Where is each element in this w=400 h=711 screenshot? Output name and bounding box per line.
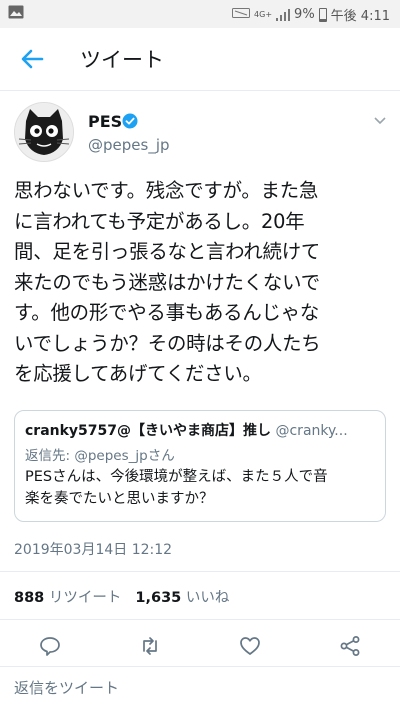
quoted-author: cranky5757@【きいやま商店】推し @cranky... — [25, 420, 377, 440]
quoted-reply-context: 返信先: @pepes_jpさん — [25, 444, 175, 464]
author-handle[interactable]: @pepes_jp — [88, 136, 170, 154]
page-title: ツイート — [80, 48, 164, 72]
network-label: 4G+ — [254, 10, 273, 19]
mute-icon — [232, 7, 251, 22]
retweet-icon[interactable] — [138, 634, 162, 658]
quoted-author-name: cranky5757@【きいやま商店】推し — [25, 423, 272, 439]
tweet-stats: 888 リツイート 1,635 いいね — [14, 586, 229, 607]
share-icon[interactable] — [338, 634, 362, 658]
retweet-stat[interactable]: 888 リツイート — [14, 590, 121, 606]
like-heart-icon[interactable] — [238, 634, 262, 658]
like-label: いいね — [185, 590, 230, 606]
reply-prefix: 返信先: — [25, 448, 71, 464]
like-stat[interactable]: 1,635 いいね — [135, 590, 229, 606]
divider — [0, 619, 400, 620]
chevron-down-icon[interactable] — [372, 112, 388, 125]
reply-handle-link[interactable]: @pepes_jpさん — [74, 448, 174, 464]
quoted-text: PESさんは、今後環境が整えば、また５人で音 楽を奏でたいと思いますか？ — [25, 469, 328, 507]
image-icon — [8, 5, 24, 19]
quoted-author-handle: @cranky... — [275, 423, 348, 439]
reply-icon[interactable] — [38, 634, 62, 658]
divider — [0, 666, 400, 667]
tweet-actions — [0, 632, 400, 664]
like-count: 1,635 — [135, 590, 182, 606]
quoted-tweet[interactable]: cranky5757@【きいやま商店】推し @cranky... 返信先: @p… — [14, 410, 386, 522]
battery-icon — [318, 7, 327, 22]
clock: 午後 4:11 — [330, 9, 390, 24]
status-bar: 4G+ 9% 午後 4:11 — [0, 0, 400, 28]
retweet-label: リツイート — [48, 590, 122, 606]
reply-input[interactable]: 返信をツイート — [14, 677, 119, 698]
tweet-timestamp: 2019年03月14日 12:12 — [14, 542, 173, 558]
battery-percent: 9% — [294, 7, 315, 22]
app-bar: ツイート — [0, 28, 400, 91]
divider — [0, 571, 400, 572]
avatar[interactable] — [14, 102, 74, 162]
tweet-text: 思わないです。残念ですが。また急 に言われても予定があるし。20年 間、足を引っ… — [14, 179, 321, 385]
author-name[interactable]: PES — [88, 112, 122, 131]
signal-icon — [276, 8, 291, 21]
retweet-count: 888 — [14, 590, 45, 606]
verified-badge-icon — [122, 113, 138, 129]
back-arrow-icon[interactable] — [16, 43, 48, 75]
